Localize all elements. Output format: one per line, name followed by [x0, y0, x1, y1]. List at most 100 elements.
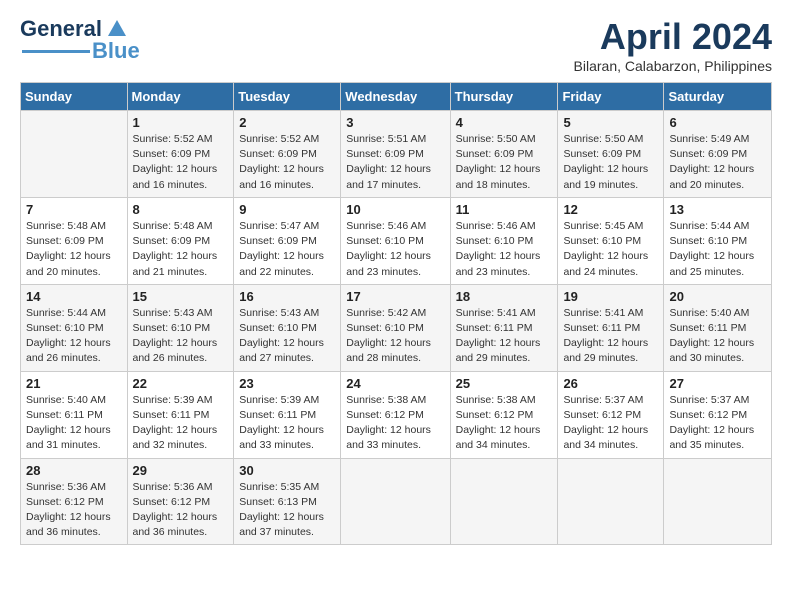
logo: General Blue: [20, 16, 140, 64]
calendar-cell: [341, 458, 450, 545]
day-number: 1: [133, 115, 229, 130]
day-info: Sunrise: 5:50 AMSunset: 6:09 PMDaylight:…: [563, 132, 658, 193]
calendar-cell: 9 Sunrise: 5:47 AMSunset: 6:09 PMDayligh…: [234, 197, 341, 284]
calendar-cell: [664, 458, 772, 545]
day-number: 4: [456, 115, 553, 130]
day-info: Sunrise: 5:52 AMSunset: 6:09 PMDaylight:…: [133, 132, 229, 193]
calendar-cell: 11 Sunrise: 5:46 AMSunset: 6:10 PMDaylig…: [450, 197, 558, 284]
day-info: Sunrise: 5:40 AMSunset: 6:11 PMDaylight:…: [669, 306, 766, 367]
day-info: Sunrise: 5:46 AMSunset: 6:10 PMDaylight:…: [456, 219, 553, 280]
day-info: Sunrise: 5:49 AMSunset: 6:09 PMDaylight:…: [669, 132, 766, 193]
day-number: 22: [133, 376, 229, 391]
calendar-cell: 15 Sunrise: 5:43 AMSunset: 6:10 PMDaylig…: [127, 284, 234, 371]
day-info: Sunrise: 5:43 AMSunset: 6:10 PMDaylight:…: [239, 306, 335, 367]
day-number: 27: [669, 376, 766, 391]
day-info: Sunrise: 5:50 AMSunset: 6:09 PMDaylight:…: [456, 132, 553, 193]
day-number: 9: [239, 202, 335, 217]
calendar-cell: 25 Sunrise: 5:38 AMSunset: 6:12 PMDaylig…: [450, 371, 558, 458]
day-number: 10: [346, 202, 444, 217]
day-number: 18: [456, 289, 553, 304]
day-number: 8: [133, 202, 229, 217]
page-header: General Blue April 2024 Bilaran, Calabar…: [20, 16, 772, 74]
calendar-cell: 5 Sunrise: 5:50 AMSunset: 6:09 PMDayligh…: [558, 111, 664, 198]
day-number: 17: [346, 289, 444, 304]
day-info: Sunrise: 5:39 AMSunset: 6:11 PMDaylight:…: [133, 393, 229, 454]
day-info: Sunrise: 5:51 AMSunset: 6:09 PMDaylight:…: [346, 132, 444, 193]
calendar-cell: 1 Sunrise: 5:52 AMSunset: 6:09 PMDayligh…: [127, 111, 234, 198]
calendar-cell: [21, 111, 128, 198]
col-header-wednesday: Wednesday: [341, 83, 450, 111]
day-info: Sunrise: 5:41 AMSunset: 6:11 PMDaylight:…: [456, 306, 553, 367]
day-info: Sunrise: 5:35 AMSunset: 6:13 PMDaylight:…: [239, 480, 335, 541]
col-header-monday: Monday: [127, 83, 234, 111]
col-header-sunday: Sunday: [21, 83, 128, 111]
calendar-cell: 24 Sunrise: 5:38 AMSunset: 6:12 PMDaylig…: [341, 371, 450, 458]
day-number: 26: [563, 376, 658, 391]
day-info: Sunrise: 5:40 AMSunset: 6:11 PMDaylight:…: [26, 393, 122, 454]
day-number: 14: [26, 289, 122, 304]
col-header-thursday: Thursday: [450, 83, 558, 111]
calendar-cell: [558, 458, 664, 545]
calendar-cell: 20 Sunrise: 5:40 AMSunset: 6:11 PMDaylig…: [664, 284, 772, 371]
day-info: Sunrise: 5:38 AMSunset: 6:12 PMDaylight:…: [346, 393, 444, 454]
day-info: Sunrise: 5:39 AMSunset: 6:11 PMDaylight:…: [239, 393, 335, 454]
day-info: Sunrise: 5:47 AMSunset: 6:09 PMDaylight:…: [239, 219, 335, 280]
day-number: 6: [669, 115, 766, 130]
day-number: 7: [26, 202, 122, 217]
day-info: Sunrise: 5:52 AMSunset: 6:09 PMDaylight:…: [239, 132, 335, 193]
calendar-cell: 13 Sunrise: 5:44 AMSunset: 6:10 PMDaylig…: [664, 197, 772, 284]
day-number: 30: [239, 463, 335, 478]
logo-icon: [106, 18, 128, 40]
title-area: April 2024 Bilaran, Calabarzon, Philippi…: [574, 16, 772, 74]
day-number: 16: [239, 289, 335, 304]
day-info: Sunrise: 5:45 AMSunset: 6:10 PMDaylight:…: [563, 219, 658, 280]
day-number: 2: [239, 115, 335, 130]
day-number: 15: [133, 289, 229, 304]
calendar-cell: 22 Sunrise: 5:39 AMSunset: 6:11 PMDaylig…: [127, 371, 234, 458]
day-number: 23: [239, 376, 335, 391]
calendar-cell: 2 Sunrise: 5:52 AMSunset: 6:09 PMDayligh…: [234, 111, 341, 198]
calendar-cell: 23 Sunrise: 5:39 AMSunset: 6:11 PMDaylig…: [234, 371, 341, 458]
calendar-cell: 17 Sunrise: 5:42 AMSunset: 6:10 PMDaylig…: [341, 284, 450, 371]
day-info: Sunrise: 5:37 AMSunset: 6:12 PMDaylight:…: [669, 393, 766, 454]
day-info: Sunrise: 5:48 AMSunset: 6:09 PMDaylight:…: [26, 219, 122, 280]
day-number: 21: [26, 376, 122, 391]
col-header-tuesday: Tuesday: [234, 83, 341, 111]
calendar-cell: 7 Sunrise: 5:48 AMSunset: 6:09 PMDayligh…: [21, 197, 128, 284]
calendar-cell: 28 Sunrise: 5:36 AMSunset: 6:12 PMDaylig…: [21, 458, 128, 545]
day-number: 24: [346, 376, 444, 391]
day-info: Sunrise: 5:41 AMSunset: 6:11 PMDaylight:…: [563, 306, 658, 367]
day-number: 5: [563, 115, 658, 130]
calendar-cell: 21 Sunrise: 5:40 AMSunset: 6:11 PMDaylig…: [21, 371, 128, 458]
calendar-cell: 19 Sunrise: 5:41 AMSunset: 6:11 PMDaylig…: [558, 284, 664, 371]
day-number: 19: [563, 289, 658, 304]
day-info: Sunrise: 5:36 AMSunset: 6:12 PMDaylight:…: [133, 480, 229, 541]
day-info: Sunrise: 5:36 AMSunset: 6:12 PMDaylight:…: [26, 480, 122, 541]
day-info: Sunrise: 5:43 AMSunset: 6:10 PMDaylight:…: [133, 306, 229, 367]
col-header-friday: Friday: [558, 83, 664, 111]
calendar-cell: 29 Sunrise: 5:36 AMSunset: 6:12 PMDaylig…: [127, 458, 234, 545]
calendar-cell: [450, 458, 558, 545]
day-number: 3: [346, 115, 444, 130]
calendar-cell: 4 Sunrise: 5:50 AMSunset: 6:09 PMDayligh…: [450, 111, 558, 198]
month-year-title: April 2024: [574, 16, 772, 58]
calendar-table: SundayMondayTuesdayWednesdayThursdayFrid…: [20, 82, 772, 545]
day-number: 20: [669, 289, 766, 304]
day-number: 12: [563, 202, 658, 217]
day-info: Sunrise: 5:42 AMSunset: 6:10 PMDaylight:…: [346, 306, 444, 367]
logo-blue: Blue: [92, 38, 140, 64]
location-subtitle: Bilaran, Calabarzon, Philippines: [574, 58, 772, 74]
col-header-saturday: Saturday: [664, 83, 772, 111]
day-info: Sunrise: 5:37 AMSunset: 6:12 PMDaylight:…: [563, 393, 658, 454]
day-number: 28: [26, 463, 122, 478]
calendar-cell: 27 Sunrise: 5:37 AMSunset: 6:12 PMDaylig…: [664, 371, 772, 458]
day-info: Sunrise: 5:44 AMSunset: 6:10 PMDaylight:…: [26, 306, 122, 367]
day-number: 25: [456, 376, 553, 391]
calendar-cell: 26 Sunrise: 5:37 AMSunset: 6:12 PMDaylig…: [558, 371, 664, 458]
calendar-cell: 30 Sunrise: 5:35 AMSunset: 6:13 PMDaylig…: [234, 458, 341, 545]
calendar-cell: 16 Sunrise: 5:43 AMSunset: 6:10 PMDaylig…: [234, 284, 341, 371]
calendar-cell: 6 Sunrise: 5:49 AMSunset: 6:09 PMDayligh…: [664, 111, 772, 198]
calendar-cell: 3 Sunrise: 5:51 AMSunset: 6:09 PMDayligh…: [341, 111, 450, 198]
calendar-cell: 10 Sunrise: 5:46 AMSunset: 6:10 PMDaylig…: [341, 197, 450, 284]
calendar-cell: 14 Sunrise: 5:44 AMSunset: 6:10 PMDaylig…: [21, 284, 128, 371]
